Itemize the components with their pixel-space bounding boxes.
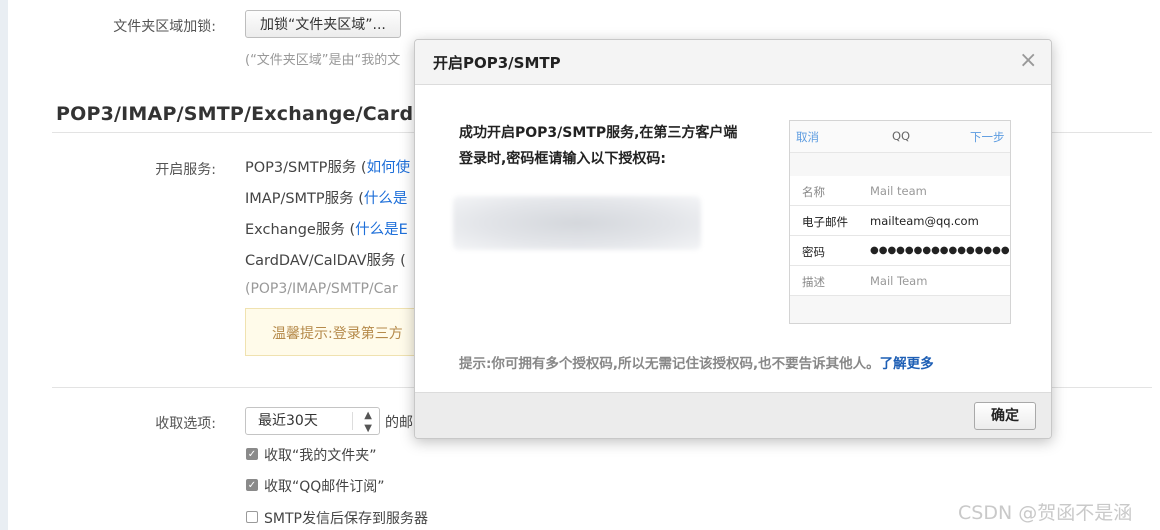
dialog-message-line: 成功开启POP3/SMTP服务,在第三方客户端	[459, 125, 738, 141]
phone-nav-bar: 取消 QQ 下一步	[790, 121, 1010, 153]
phone-row: 电子邮件 mailteam@qq.com	[790, 206, 1010, 236]
dialog-hint: 提示:你可拥有多个授权码,所以无需记住该授权码,也不要告诉其他人。了解更多	[459, 352, 934, 372]
phone-config-illustration: 取消 QQ 下一步 名称 Mail team 电子邮件 mailteam@qq.…	[789, 120, 1011, 324]
learn-more-link[interactable]: 了解更多	[880, 356, 934, 372]
dialog-header: 开启POP3/SMTP ×	[415, 40, 1051, 85]
watermark: CSDN @贺函不是涵	[958, 502, 1133, 524]
phone-title: QQ	[892, 129, 911, 143]
phone-row: 描述 Mail Team	[790, 266, 1010, 296]
phone-row-key: 电子邮件	[802, 215, 848, 229]
dialog-footer: 确定	[415, 392, 1051, 438]
phone-row-key: 名称	[802, 185, 825, 199]
phone-row-value: Mail team	[870, 184, 927, 198]
phone-cancel: 取消	[796, 130, 819, 144]
phone-row: 密码 ●●●●●●●●●●●●●●●●	[790, 236, 1010, 266]
phone-row-value: Mail Team	[870, 274, 928, 288]
phone-row-value: mailteam@qq.com	[870, 214, 979, 228]
dialog-message-line: 登录时,密码框请输入以下授权码:	[459, 151, 666, 167]
phone-row: 名称 Mail team	[790, 176, 1010, 206]
phone-row-value: ●●●●●●●●●●●●●●●●	[870, 245, 1010, 256]
phone-row-key: 描述	[802, 275, 825, 289]
blurred-auth-code	[453, 196, 701, 250]
dialog-hint-text: 提示:你可拥有多个授权码,所以无需记住该授权码,也不要告诉其他人。	[459, 356, 880, 372]
dialog-message: 成功开启POP3/SMTP服务,在第三方客户端 登录时,密码框请输入以下授权码:	[459, 120, 779, 172]
pop3-smtp-dialog: 开启POP3/SMTP × 成功开启POP3/SMTP服务,在第三方客户端 登录…	[414, 39, 1052, 439]
dialog-title: 开启POP3/SMTP	[433, 54, 561, 72]
close-icon[interactable]: ×	[1019, 48, 1037, 73]
ok-button[interactable]: 确定	[974, 402, 1036, 430]
phone-next: 下一步	[970, 130, 1005, 144]
phone-row-key: 密码	[802, 245, 825, 259]
